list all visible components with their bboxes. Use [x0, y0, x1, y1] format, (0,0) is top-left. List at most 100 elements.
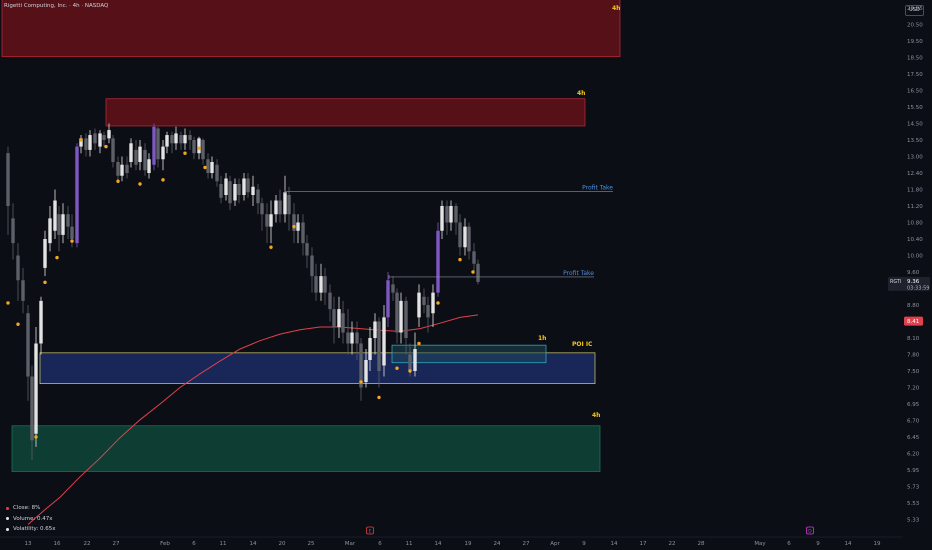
y-tick-label: 19.50	[907, 39, 923, 45]
y-tick-label: 6.95	[907, 402, 920, 408]
price-label-value: 9.36	[907, 279, 920, 285]
legend-label: Close: 8%	[13, 505, 41, 511]
candle-body	[111, 138, 115, 162]
y-tick-label: 20.50	[907, 23, 923, 29]
x-tick-label: 6	[192, 541, 196, 547]
candle-body	[102, 135, 106, 140]
currency-button[interactable]: USD	[905, 5, 924, 16]
candle-body	[26, 313, 30, 377]
x-tick-label: Apr	[550, 541, 560, 547]
candle-body	[21, 280, 25, 301]
candle-body	[341, 313, 345, 333]
candle-body	[408, 354, 412, 371]
candle-body	[472, 251, 476, 264]
x-tick-label: 28	[698, 541, 705, 547]
y-tick-label: 6.20	[907, 452, 920, 458]
candle-body	[287, 195, 291, 215]
candle-body	[84, 138, 88, 150]
candle-body	[206, 159, 210, 173]
candle-body	[215, 164, 219, 182]
signal-dot	[183, 151, 187, 155]
candle-body	[16, 255, 20, 281]
candle-body	[332, 309, 336, 327]
candle-body	[152, 126, 156, 165]
x-tick-label: 14	[845, 541, 852, 547]
price-axis: 20.9520.5019.5018.5017.5016.5015.5014.50…	[907, 6, 923, 524]
signal-dot	[471, 270, 475, 274]
legend-dot-icon	[6, 506, 9, 510]
x-tick-label: 17	[640, 541, 647, 547]
legend-label: Volatility: 0.65x	[13, 526, 56, 532]
candle-body	[422, 296, 426, 305]
y-tick-label: 10.00	[907, 254, 923, 260]
signal-dot	[436, 301, 440, 305]
candle-body	[445, 206, 449, 223]
candle-body	[93, 133, 97, 144]
candle-body	[346, 332, 350, 344]
price-chart[interactable]: 4h 4h POI IC 1h 4h Profit Take Profit Take 20…	[0, 0, 932, 550]
y-tick-label: 5.73	[907, 485, 920, 491]
candle-body	[368, 338, 372, 360]
x-tick-label: 6	[787, 541, 791, 547]
legend-dot-icon	[6, 527, 9, 531]
legend-item: Volume: 0.47x	[6, 514, 55, 525]
candle-body	[134, 149, 138, 165]
candle-body	[57, 214, 61, 235]
candle-body	[174, 133, 178, 144]
x-tick-label: 14	[435, 541, 442, 547]
x-tick-label: 6	[378, 541, 382, 547]
candles-layer	[6, 123, 480, 461]
candle-body	[88, 135, 92, 150]
candle-body	[138, 146, 142, 162]
candle-body	[283, 192, 287, 215]
legend-dot-icon	[6, 517, 9, 521]
candle-body	[355, 332, 359, 344]
chart-title: Rigetti Computing, Inc. · 4h · NASDAQ	[4, 3, 109, 9]
candle-body	[440, 206, 444, 231]
candle-body	[197, 138, 201, 154]
candle-body	[377, 321, 381, 371]
candle-body	[34, 343, 38, 434]
x-tick-label: May	[754, 541, 766, 547]
candle-body	[404, 300, 408, 338]
signal-dot	[16, 322, 20, 326]
y-tick-label: 15.50	[907, 105, 923, 111]
y-tick-label: 5.53	[907, 501, 920, 507]
signal-dot	[161, 178, 165, 182]
candle-body	[219, 184, 223, 198]
y-tick-label: 7.20	[907, 386, 920, 392]
candle-body	[246, 178, 250, 193]
price-label-countdown: 03:33:59	[907, 285, 929, 291]
signal-dot	[79, 138, 83, 142]
candle-body	[417, 292, 421, 318]
zone-label: 1h	[538, 335, 546, 342]
y-tick-label: 10.40	[907, 237, 923, 243]
candle-body	[39, 300, 43, 344]
candle-body	[125, 164, 129, 173]
legend-item: Volatility: 0.65x	[6, 524, 55, 535]
candle-body	[120, 164, 124, 176]
y-tick-label: 9.60	[907, 270, 920, 276]
candle-body	[391, 284, 395, 293]
profit-take-layer: Profit Take Profit Take	[284, 185, 613, 279]
signal-dot	[104, 144, 108, 149]
candle-body	[413, 349, 417, 371]
signal-dot	[70, 239, 74, 243]
candle-body	[463, 226, 467, 248]
candle-body	[364, 360, 368, 382]
candle-body	[395, 292, 399, 333]
signal-dot	[395, 366, 399, 370]
x-tick-label: 22	[669, 541, 676, 547]
candle-body	[314, 276, 318, 293]
candle-body	[192, 140, 196, 154]
candle-body	[147, 159, 151, 173]
candle-body	[6, 153, 10, 206]
y-tick-label: 17.50	[907, 72, 923, 78]
candle-body	[373, 321, 377, 338]
candle-body	[350, 332, 354, 344]
candle-body	[251, 186, 255, 195]
x-tick-label: 25	[308, 541, 315, 547]
candle-body	[274, 200, 278, 215]
zone-label: 4h	[612, 5, 620, 12]
event-marker-letter: D	[808, 529, 812, 535]
